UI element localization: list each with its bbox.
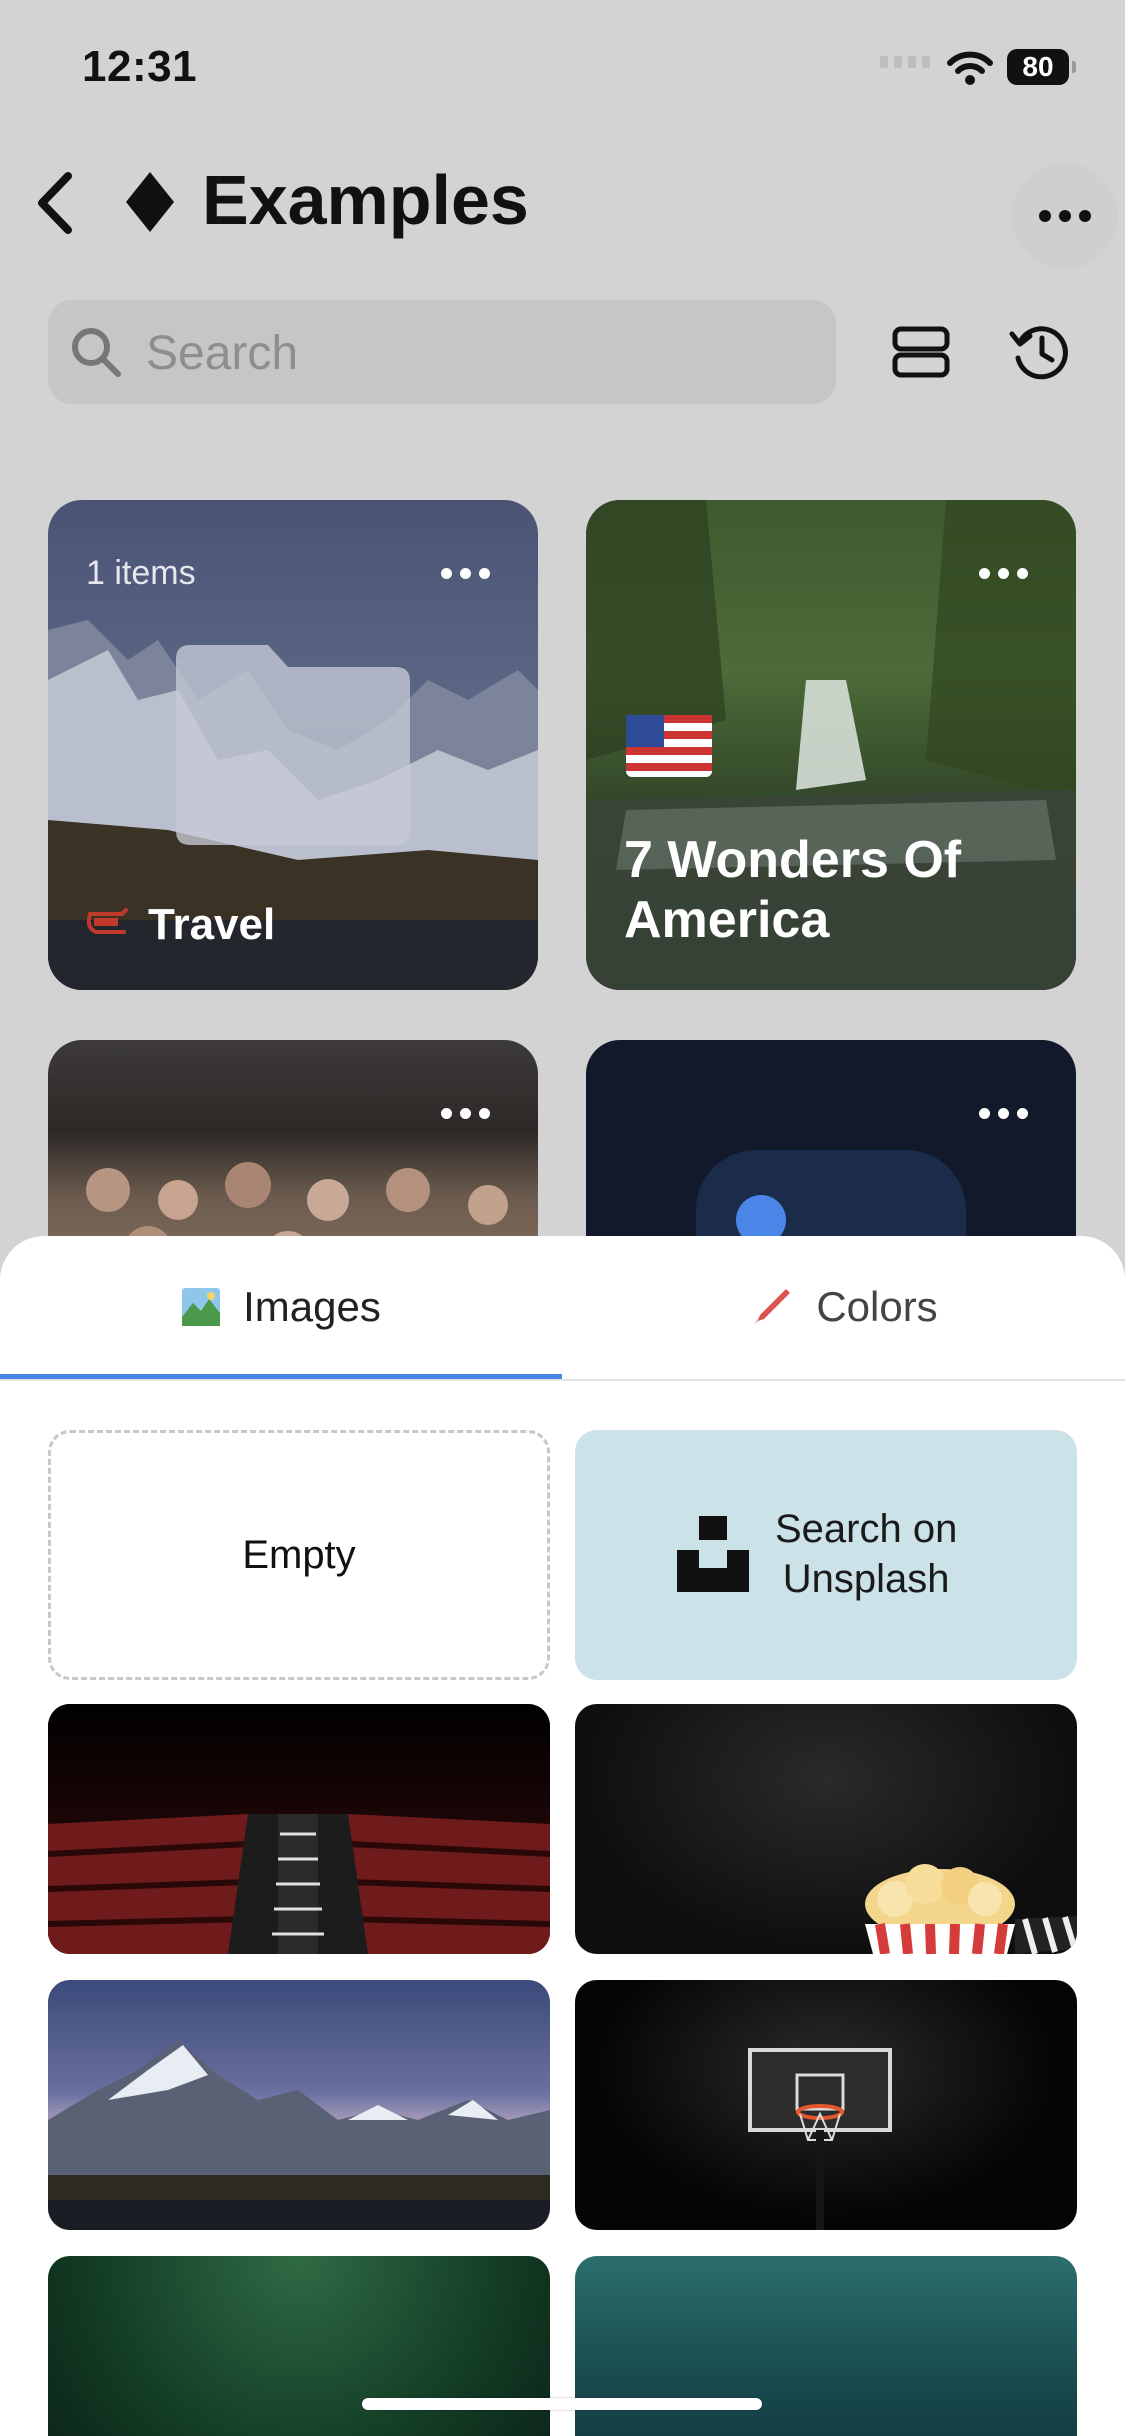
- item-count: 1 items: [86, 554, 196, 592]
- home-indicator: [362, 2398, 762, 2410]
- ellipsis-icon: [1039, 210, 1091, 222]
- card-menu-icon[interactable]: [979, 1108, 1028, 1119]
- search-input[interactable]: [144, 300, 808, 406]
- more-options-button[interactable]: [1012, 163, 1118, 269]
- unsplash-search-button[interactable]: Search on Unsplash: [575, 1430, 1077, 1680]
- unsplash-label-line1: Search on: [775, 1507, 958, 1551]
- battery-indicator: 80: [1007, 49, 1076, 85]
- status-time: 12:31: [82, 42, 198, 91]
- picture-icon: [182, 1288, 221, 1326]
- theater-seats-thumbnail: [48, 1704, 550, 1954]
- empty-background-option[interactable]: Empty: [48, 1430, 550, 1680]
- tab-images[interactable]: Images: [0, 1236, 562, 1378]
- unsplash-logo-icon: [677, 1516, 749, 1592]
- image-option-mountains[interactable]: [48, 1980, 550, 2230]
- cellular-signal-icon: [880, 56, 930, 68]
- tab-divider: [0, 1379, 1125, 1381]
- image-option-basketball[interactable]: [575, 1980, 1077, 2230]
- tab-colors-label: Colors: [816, 1283, 938, 1330]
- tab-images-label: Images: [243, 1283, 381, 1330]
- card-menu-icon[interactable]: [441, 568, 490, 579]
- history-icon[interactable]: [1008, 320, 1072, 384]
- tab-colors[interactable]: Colors: [563, 1236, 1125, 1378]
- us-flag-icon: [626, 715, 712, 777]
- folder-card-travel[interactable]: 1 items Travel: [48, 500, 538, 990]
- image-option-theater[interactable]: [48, 1704, 550, 1954]
- basketball-hoop-thumbnail: [748, 2048, 892, 2230]
- unsplash-label-line2: Unsplash: [782, 1557, 950, 1601]
- back-chevron-icon[interactable]: [30, 168, 80, 238]
- card-menu-icon[interactable]: [979, 568, 1028, 579]
- folder-card-7-wonders[interactable]: 7 Wonders Of America: [586, 500, 1076, 990]
- search-icon: [72, 328, 121, 377]
- sled-icon: [86, 908, 128, 934]
- diamond-icon: [126, 172, 174, 232]
- mountains-thumbnail: [48, 2040, 550, 2230]
- crayon-icon: [754, 1289, 791, 1325]
- folder-name: Travel: [148, 900, 276, 949]
- list-view-icon[interactable]: [892, 326, 950, 378]
- image-option-popcorn[interactable]: [575, 1704, 1077, 1954]
- folder-name: 7 Wonders Of America: [624, 831, 962, 949]
- search-bar[interactable]: [48, 300, 836, 406]
- folder-icon: [176, 645, 410, 845]
- popcorn-thumbnail: [865, 1864, 1077, 1954]
- card-menu-icon[interactable]: [441, 1108, 490, 1119]
- empty-label: Empty: [242, 1532, 356, 1577]
- wifi-icon: [947, 51, 993, 85]
- page-title: Examples: [202, 161, 529, 239]
- background-picker-sheet: Images Colors Empty Search on Unsplash: [0, 1236, 1125, 2436]
